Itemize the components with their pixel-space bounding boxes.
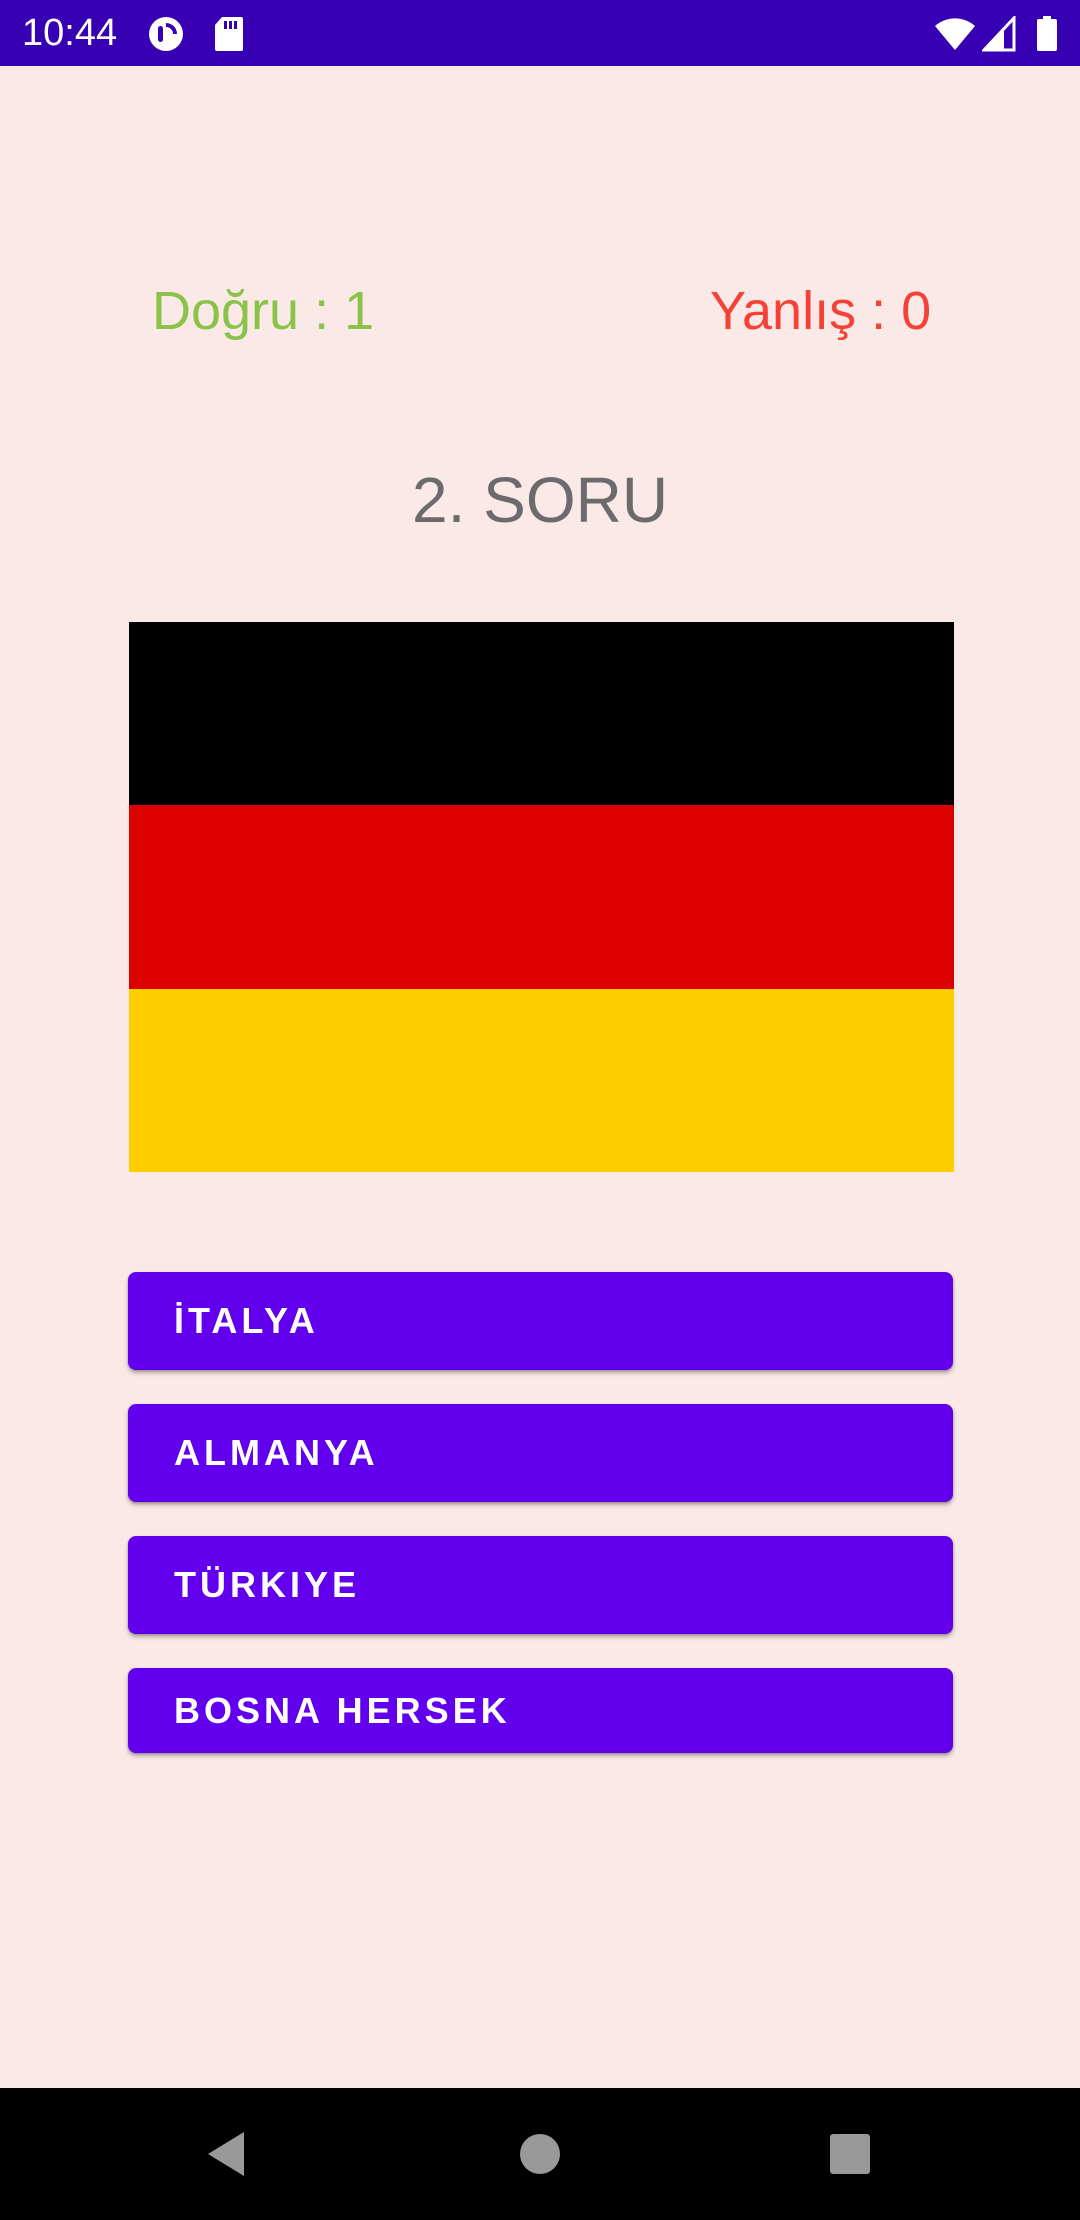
status-bar: 10:44 xyxy=(0,0,1080,66)
answer-button-1[interactable]: İTALYA xyxy=(128,1272,953,1370)
flag-band-gold xyxy=(129,988,954,1172)
cellular-signal-icon xyxy=(980,14,1018,52)
back-icon[interactable] xyxy=(190,2118,262,2190)
wifi-icon xyxy=(934,16,976,52)
correct-count: Doğru : 1 xyxy=(152,281,375,341)
home-icon[interactable] xyxy=(504,2118,576,2190)
wrong-count: Yanlış : 0 xyxy=(710,281,932,341)
navigation-bar xyxy=(0,2088,1080,2220)
question-title: 2. SORU xyxy=(411,464,669,536)
flag-band-red xyxy=(129,805,954,989)
flag-image xyxy=(129,622,954,1172)
answer-button-3[interactable]: TÜRKIYE xyxy=(128,1536,953,1634)
recents-icon[interactable] xyxy=(814,2118,886,2190)
answer-button-2[interactable]: ALMANYA xyxy=(128,1404,953,1502)
status-time: 10:44 xyxy=(22,12,118,54)
flag-band-black xyxy=(129,622,954,806)
answer-button-4[interactable]: BOSNA HERSEK xyxy=(128,1668,953,1753)
sd-card-icon xyxy=(214,16,250,52)
battery-icon xyxy=(1036,16,1058,52)
pocket-casts-icon xyxy=(148,16,184,52)
